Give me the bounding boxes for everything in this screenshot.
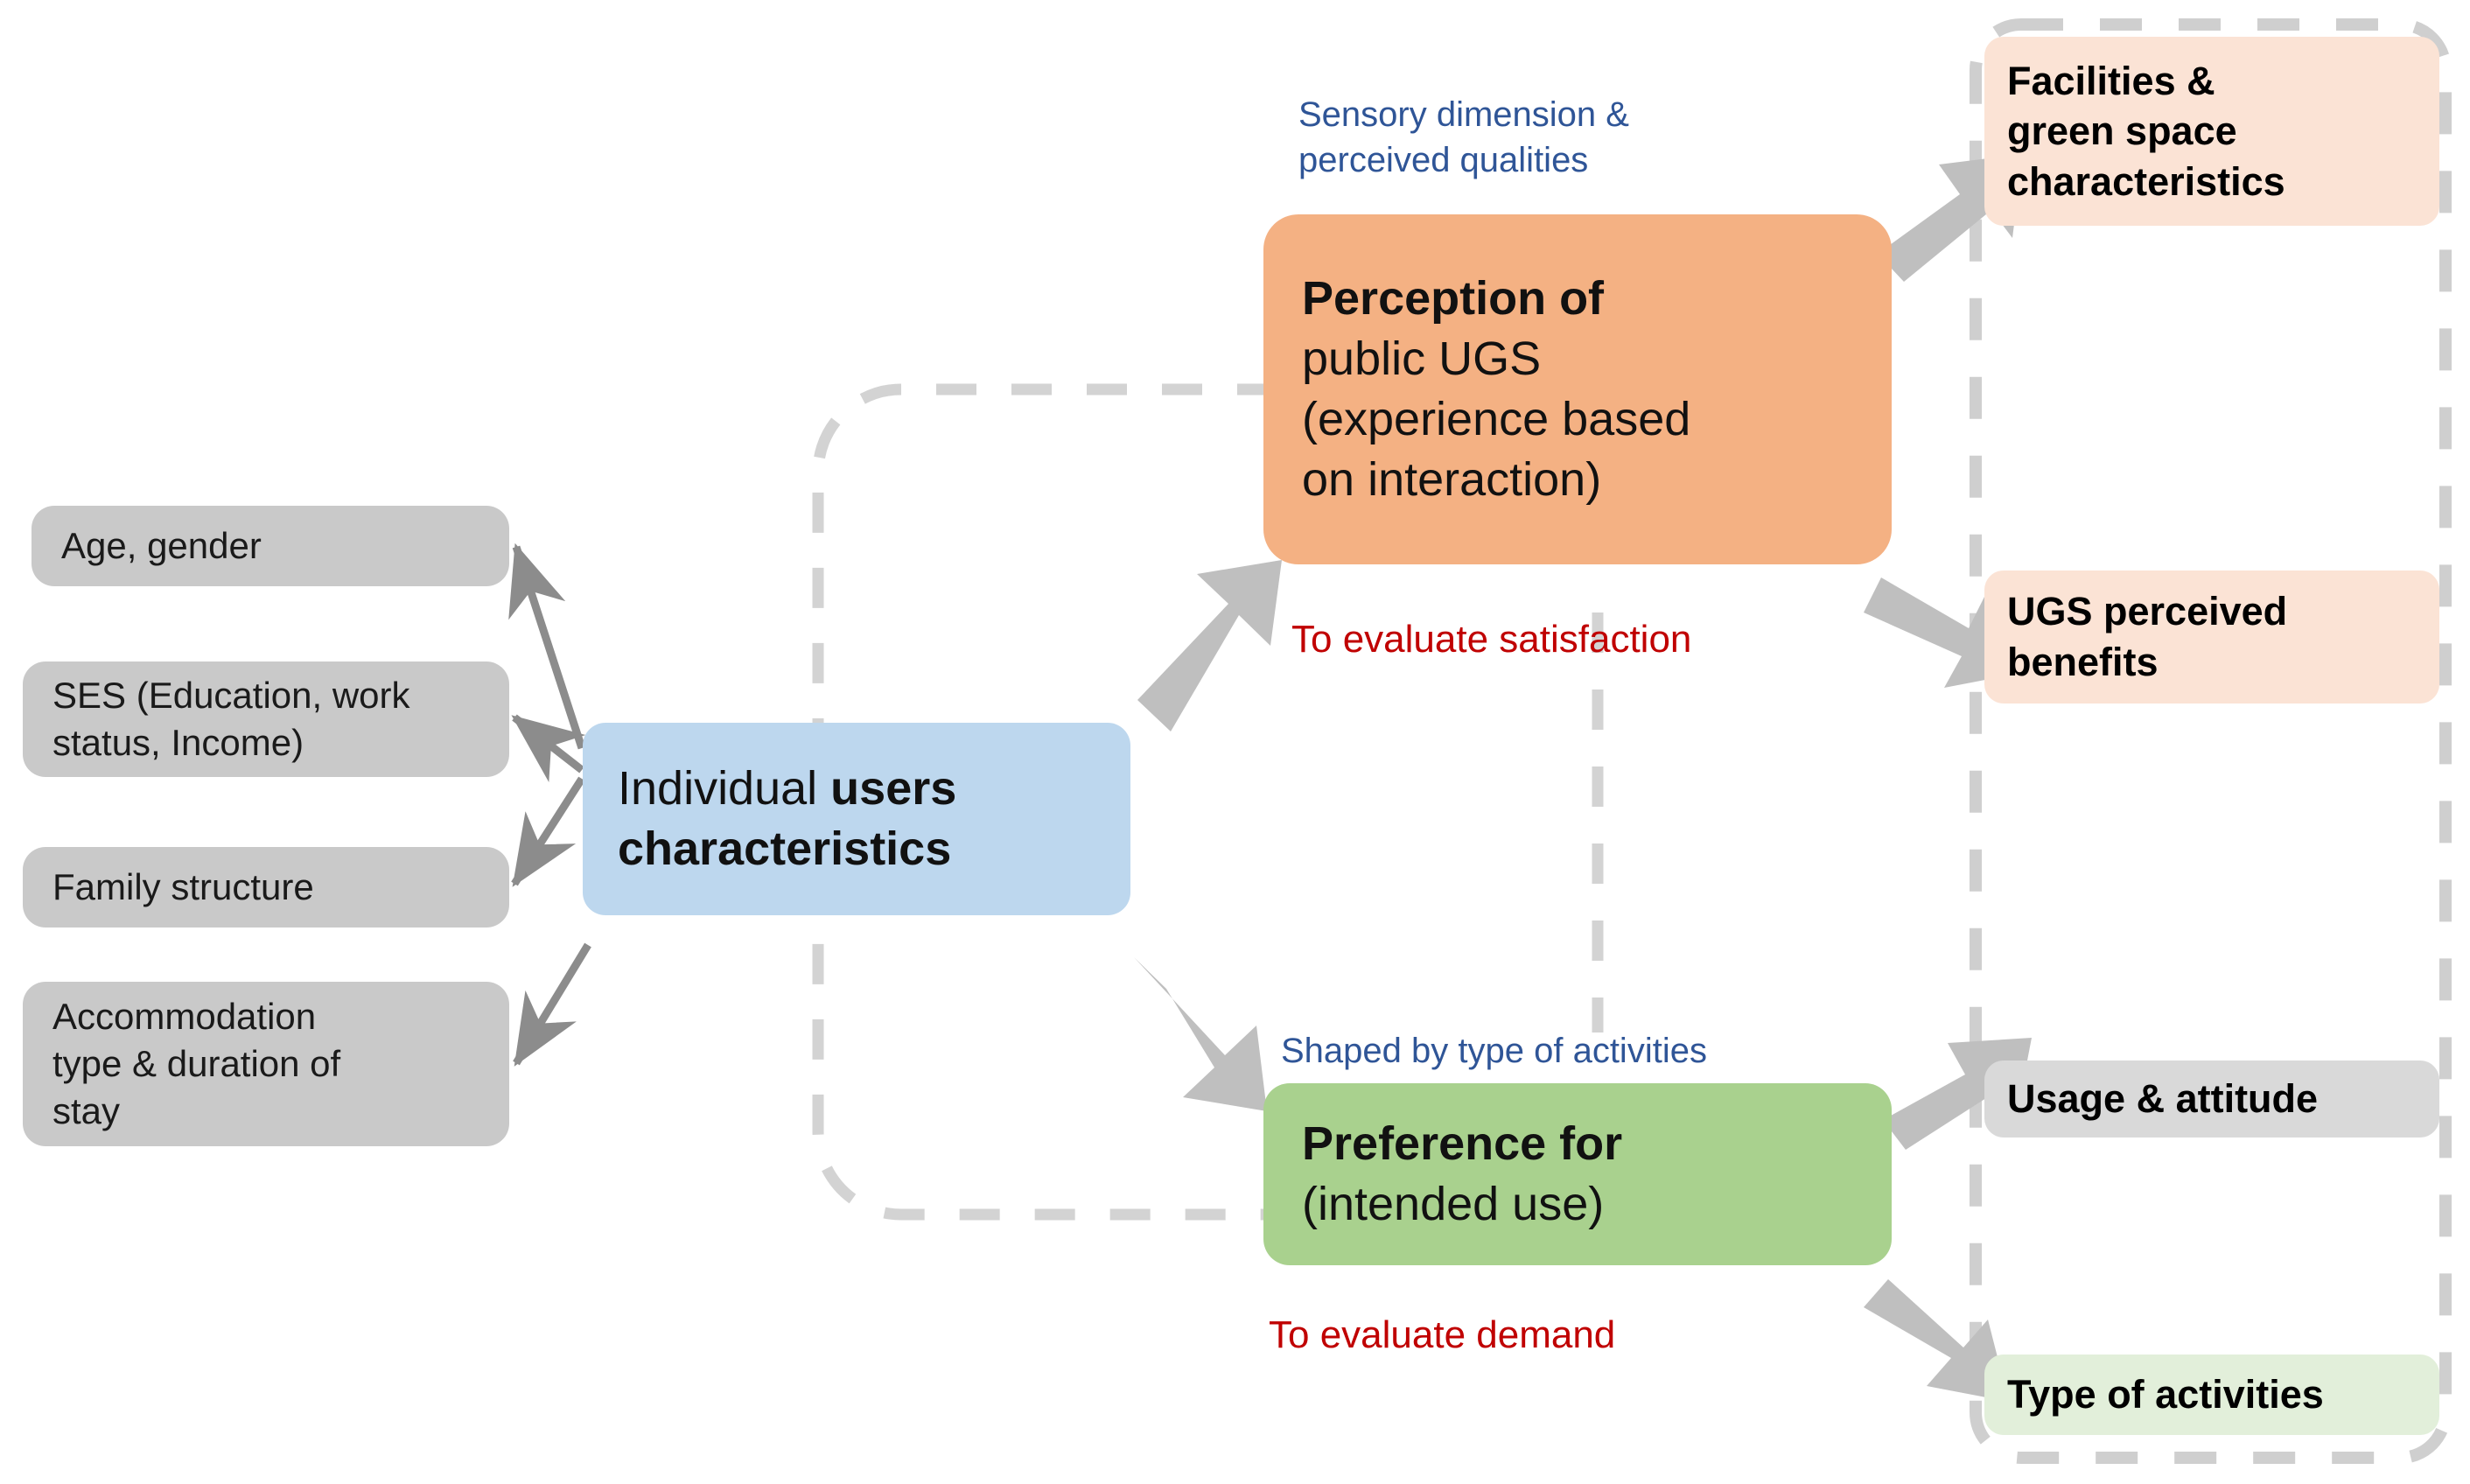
attribute-line: Age, gender bbox=[61, 525, 262, 567]
attribute-box-age-gender[interactable]: Age, gender bbox=[31, 506, 509, 586]
attribute-line: status, Income) bbox=[52, 722, 304, 763]
arrow-to-family-structure bbox=[511, 776, 585, 887]
arrow-center-to-perception bbox=[1137, 560, 1282, 732]
caption-shaped-by-type-of-activities: Shaped by type of activities bbox=[1281, 1032, 1707, 1070]
arrow-to-accommodation bbox=[513, 942, 591, 1067]
caption-to-evaluate-satisfaction: To evaluate satisfaction bbox=[1291, 618, 1692, 661]
caption-line: perceived qualities bbox=[1298, 141, 1589, 179]
perception-body-line: (experience based bbox=[1302, 393, 1691, 445]
preference-body-line: (intended use) bbox=[1302, 1178, 1605, 1230]
perception-title: Perception of bbox=[1302, 271, 1605, 325]
attribute-line: Family structure bbox=[52, 866, 314, 908]
outcome-line: Usage & attitude bbox=[2007, 1076, 2319, 1122]
outcome-box-usage-attitude[interactable]: Usage & attitude bbox=[1984, 1060, 2439, 1138]
preference-box[interactable]: Preference for (intended use) bbox=[1263, 1083, 1892, 1265]
attribute-line: SES (Education, work bbox=[52, 675, 410, 717]
outcome-box-facilities-green-space-characteristics[interactable]: Facilities & green space characteristics bbox=[1984, 37, 2439, 226]
perception-box[interactable]: Perception of public UGS (experience bas… bbox=[1263, 214, 1892, 564]
outcome-line: benefits bbox=[2007, 640, 2159, 684]
outcome-line: characteristics bbox=[2007, 158, 2285, 204]
center-box-line-1-bold: users bbox=[830, 761, 957, 815]
attribute-line: stay bbox=[52, 1089, 121, 1131]
attribute-box-accommodation[interactable]: Accommodation type & duration of stay bbox=[23, 982, 509, 1146]
center-box-line-2: characteristics bbox=[618, 822, 952, 875]
arrow-to-age-gender bbox=[508, 542, 586, 750]
caption-line: Sensory dimension & bbox=[1298, 95, 1629, 134]
perception-body-line: public UGS bbox=[1302, 332, 1542, 385]
dashed-outcomes-frame bbox=[1970, 18, 2452, 1464]
diagram-canvas: Age, gender SES (Education, work status,… bbox=[0, 0, 2470, 1484]
attribute-line: Accommodation bbox=[52, 996, 317, 1038]
center-box-line-1: Individual users bbox=[618, 759, 1095, 819]
outcome-line: Type of activities bbox=[2007, 1372, 2324, 1418]
outcome-box-ugs-perceived-benefits[interactable]: UGS perceived benefits bbox=[1984, 570, 2439, 704]
caption-sensory-dimension: Sensory dimension & perceived qualities bbox=[1298, 92, 1788, 183]
preference-title: Preference for bbox=[1302, 1116, 1623, 1170]
attribute-box-ses[interactable]: SES (Education, work status, Income) bbox=[23, 662, 509, 777]
attribute-box-family-structure[interactable]: Family structure bbox=[23, 847, 509, 928]
center-box-individual-users-characteristics[interactable]: Individual users characteristics bbox=[583, 723, 1130, 915]
perception-body-line: on interaction) bbox=[1302, 453, 1602, 507]
outcome-line: green space bbox=[2007, 108, 2237, 154]
attribute-line: type & duration of bbox=[52, 1043, 341, 1085]
outcome-line: Facilities & bbox=[2007, 58, 2215, 103]
arrow-center-to-preference bbox=[1134, 957, 1267, 1111]
caption-to-evaluate-demand: To evaluate demand bbox=[1269, 1313, 1616, 1356]
arrow-to-ses bbox=[511, 714, 586, 782]
outcome-box-type-of-activities[interactable]: Type of activities bbox=[1984, 1354, 2439, 1435]
outcome-line: UGS perceived bbox=[2007, 589, 2288, 634]
center-box-line-1-normal: Individual bbox=[618, 761, 831, 815]
